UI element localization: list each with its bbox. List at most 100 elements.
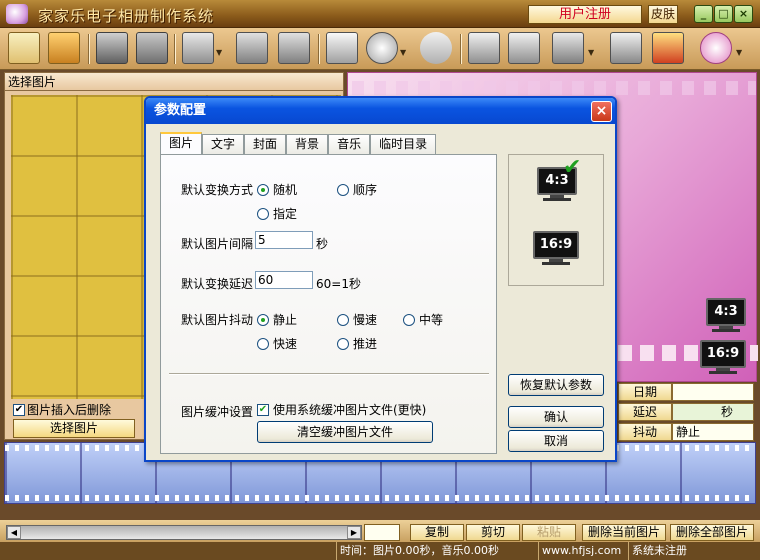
buffer-label: 图片缓冲设置 <box>181 405 254 419</box>
radio-dot[interactable] <box>337 313 349 326</box>
preview-icon[interactable] <box>552 32 584 64</box>
date-row: 日期 <box>618 383 754 401</box>
radio-dot[interactable] <box>337 337 349 350</box>
shake-medium-radio[interactable]: 中等 <box>403 311 443 328</box>
paint-icon[interactable] <box>652 32 684 64</box>
text-edit-icon[interactable] <box>326 32 358 64</box>
interval-input[interactable]: 5 <box>255 231 313 249</box>
print-icon[interactable] <box>610 32 642 64</box>
radio-label: 随机 <box>273 183 298 197</box>
radio-label: 静止 <box>273 313 298 327</box>
dropdown-arrow-icon[interactable]: ▼ <box>736 48 742 57</box>
radio-label: 指定 <box>273 207 298 221</box>
checkbox-label: 使用系统缓冲图片文件(更快) <box>273 403 427 417</box>
disc-icon[interactable] <box>366 32 398 64</box>
cancel-button[interactable]: 取消 <box>508 430 604 452</box>
date-label: 日期 <box>618 383 672 401</box>
tab-cover[interactable]: 封面 <box>244 134 287 154</box>
checkbox-box[interactable]: ✔ <box>13 403 25 416</box>
radio-dot[interactable] <box>257 337 269 350</box>
settings-icon[interactable] <box>468 32 500 64</box>
maximize-button[interactable]: □ <box>714 5 733 23</box>
radio-dot[interactable] <box>257 207 269 220</box>
close-button[interactable]: × <box>734 5 753 23</box>
save-icon[interactable] <box>96 32 128 64</box>
radio-label: 中等 <box>419 313 444 327</box>
checkbox-box[interactable]: ✔ <box>257 403 269 416</box>
transition-specified-radio[interactable]: 指定 <box>257 205 297 222</box>
clipboard-icon[interactable] <box>508 32 540 64</box>
ratio-169-label: 16:9 <box>533 231 579 259</box>
dropdown-arrow-icon[interactable]: ▼ <box>400 48 406 57</box>
delete-after-insert-checkbox[interactable]: ✔ 图片插入后删除 <box>13 401 111 418</box>
open-photo-icon[interactable] <box>48 32 80 64</box>
save-as-icon[interactable] <box>136 32 168 64</box>
delay-label: 延迟 <box>618 403 672 421</box>
tab-background[interactable]: 背景 <box>286 134 329 154</box>
aspect-169-icon[interactable]: 16:9 <box>700 340 746 374</box>
date-field[interactable] <box>672 383 754 401</box>
ok-button[interactable]: 确认 <box>508 406 604 428</box>
clear-buffer-button[interactable]: 清空缓冲图片文件 <box>257 421 433 443</box>
delete-page-icon[interactable] <box>278 32 310 64</box>
dialog-close-icon[interactable]: × <box>591 101 612 122</box>
delay-input[interactable]: 60 <box>255 271 313 289</box>
app-logo-icon <box>6 4 28 24</box>
aspect-169-label: 16:9 <box>700 340 746 368</box>
cut-button[interactable]: 剪切 <box>466 524 520 541</box>
ratio-169-option[interactable]: 16:9 <box>533 231 579 265</box>
radio-dot[interactable] <box>257 183 269 196</box>
horizontal-scrollbar[interactable]: ◀ ▶ <box>6 525 362 540</box>
scroll-left-icon[interactable]: ◀ <box>7 526 21 539</box>
dropdown-arrow-icon[interactable]: ▼ <box>588 48 594 57</box>
checkmark-icon: ✔ <box>563 155 582 180</box>
new-project-icon[interactable] <box>8 32 40 64</box>
transition-random-radio[interactable]: 随机 <box>257 181 297 198</box>
shake-field[interactable]: 静止 <box>672 423 754 441</box>
toolbar-separator <box>88 34 90 64</box>
radio-dot[interactable] <box>403 313 415 326</box>
delay-label: 默认变换延迟 <box>181 277 254 291</box>
dropdown-arrow-icon[interactable]: ▼ <box>216 48 222 57</box>
app-title: 家家乐电子相册制作系统 <box>38 7 215 25</box>
radio-label: 快速 <box>273 337 298 351</box>
shake-still-radio[interactable]: 静止 <box>257 311 297 328</box>
music-icon[interactable] <box>420 32 452 64</box>
shake-label: 抖动 <box>618 423 672 441</box>
shake-fast-radio[interactable]: 快速 <box>257 335 297 352</box>
radio-label: 顺序 <box>353 183 378 197</box>
transition-order-radio[interactable]: 顺序 <box>337 181 377 198</box>
scroll-right-icon[interactable]: ▶ <box>347 526 361 539</box>
settings-dialog: 参数配置 × 图片 文字 封面 背景 音乐 临时目录 默认变换方式 随机 顺序 … <box>144 96 617 462</box>
delete-all-button[interactable]: 删除全部图片 <box>670 524 754 541</box>
restore-defaults-button[interactable]: 恢复默认参数 <box>508 374 604 396</box>
aspect-43-icon[interactable]: 4:3 <box>706 298 746 332</box>
register-button[interactable]: 用户注册 <box>528 5 642 24</box>
aspect-43-label: 4:3 <box>706 298 746 326</box>
paste-button[interactable]: 粘贴 <box>522 524 576 541</box>
toolbar: ▼ ▼ ▼ ▼ <box>0 28 760 70</box>
tab-music[interactable]: 音乐 <box>328 134 371 154</box>
skin-theme-icon[interactable] <box>700 32 732 64</box>
status-registration: 系统未注册 <box>628 542 687 560</box>
tab-text[interactable]: 文字 <box>202 134 245 154</box>
copy-button[interactable]: 复制 <box>410 524 464 541</box>
radio-dot[interactable] <box>257 313 269 326</box>
skin-button[interactable]: 皮肤 <box>648 5 678 24</box>
radio-dot[interactable] <box>337 183 349 196</box>
tab-temp-dir[interactable]: 临时目录 <box>370 134 437 154</box>
select-photo-button[interactable]: 选择图片 <box>13 419 135 438</box>
tab-picture[interactable]: 图片 <box>160 132 203 154</box>
shake-slow-radio[interactable]: 慢速 <box>337 311 377 328</box>
delete-current-button[interactable]: 删除当前图片 <box>582 524 666 541</box>
use-buffer-checkbox[interactable]: ✔ 使用系统缓冲图片文件(更快) <box>257 401 426 418</box>
radio-label: 慢速 <box>353 313 378 327</box>
shake-push-radio[interactable]: 推进 <box>337 335 377 352</box>
transition-label: 默认变换方式 <box>181 183 254 197</box>
aspect-ratio-preview: 4:3 ✔ 16:9 <box>508 154 604 286</box>
minimize-button[interactable]: _ <box>694 5 713 23</box>
insert-icon[interactable] <box>182 32 214 64</box>
delay-field[interactable]: 秒 <box>672 403 754 421</box>
toolbar-separator <box>174 34 176 64</box>
export-icon[interactable] <box>236 32 268 64</box>
